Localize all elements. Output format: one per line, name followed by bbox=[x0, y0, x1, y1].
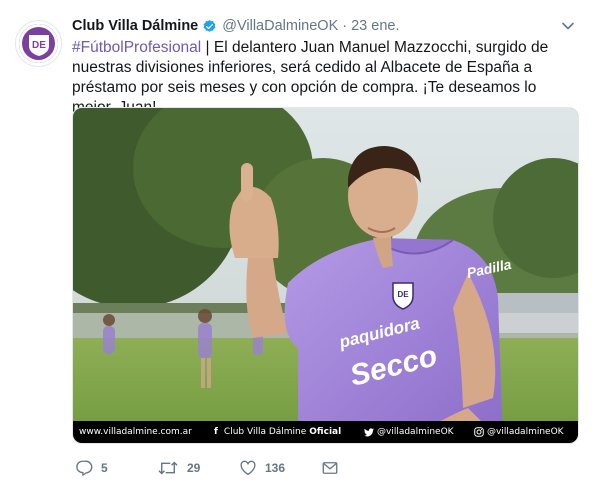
like-button[interactable]: 136 bbox=[239, 459, 321, 477]
facebook-icon: f bbox=[214, 427, 218, 437]
instagram-icon bbox=[474, 427, 484, 437]
watermark-club-bold: Oficial bbox=[309, 427, 342, 437]
retweet-icon bbox=[158, 461, 178, 475]
tweet-actions: 5 29 136 bbox=[75, 458, 339, 478]
author-handle[interactable]: @VillaDalmineOK bbox=[222, 18, 338, 34]
watermark-instagram: @villadalmineOK bbox=[474, 427, 564, 437]
chevron-down-icon[interactable] bbox=[560, 18, 576, 34]
watermark-url: www.villadalmine.com.ar bbox=[79, 427, 192, 437]
tweet-text: #FútbolProfesional | El delantero Juan M… bbox=[72, 38, 582, 118]
hashtag-link[interactable]: #FútbolProfesional bbox=[72, 39, 201, 56]
player-photo: DE Padilla paquidora Secco bbox=[73, 108, 578, 443]
author-name[interactable]: Club Villa Dálmine bbox=[72, 18, 198, 34]
separator-dot: · bbox=[342, 18, 348, 34]
club-crest-icon: DE bbox=[19, 24, 58, 63]
envelope-icon bbox=[322, 462, 338, 474]
retweet-count: 29 bbox=[187, 461, 201, 475]
watermark-twitter-handle: @villadalmineOK bbox=[377, 427, 454, 437]
retweet-button[interactable]: 29 bbox=[157, 459, 239, 477]
like-count: 136 bbox=[265, 461, 286, 475]
tweet-date[interactable]: 23 ene. bbox=[351, 18, 399, 34]
verified-badge-icon bbox=[203, 19, 216, 32]
heart-icon bbox=[240, 460, 256, 476]
avatar-letters: DE bbox=[32, 40, 46, 51]
watermark-instagram-handle: @villadalmineOK bbox=[487, 427, 564, 437]
jersey-crest-letters: DE bbox=[397, 290, 409, 299]
watermark-club: f Club Villa Dálmine Oficial bbox=[214, 427, 364, 437]
twitter-bird-icon bbox=[364, 427, 374, 436]
photo-watermark-bar: www.villadalmine.com.ar f Club Villa Dál… bbox=[73, 421, 578, 443]
avatar[interactable]: DE bbox=[15, 20, 62, 67]
reply-button[interactable]: 5 bbox=[75, 459, 157, 477]
tweet[interactable]: DE Club Villa Dálmine @VillaDalmineOK · … bbox=[0, 0, 603, 480]
direct-message-button[interactable] bbox=[321, 459, 339, 477]
watermark-twitter: @villadalmineOK bbox=[364, 427, 474, 437]
tweet-photo[interactable]: DE Padilla paquidora Secco www.villadalm… bbox=[72, 107, 579, 444]
watermark-club-name: Club Villa Dálmine bbox=[223, 427, 307, 437]
tweet-header: Club Villa Dálmine @VillaDalmineOK · 23 … bbox=[72, 16, 399, 36]
reply-icon bbox=[76, 460, 93, 476]
reply-count: 5 bbox=[101, 461, 108, 475]
